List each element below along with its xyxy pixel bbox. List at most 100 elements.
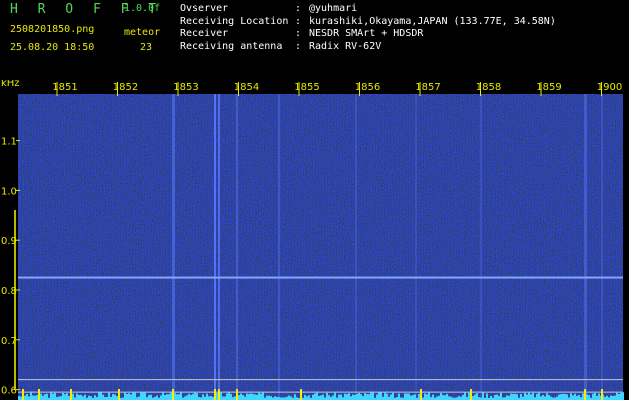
level-bar <box>252 393 254 400</box>
level-bar <box>424 393 426 400</box>
level-bar <box>432 394 434 400</box>
level-bar <box>408 393 410 400</box>
level-bar <box>288 395 290 400</box>
level-bar <box>444 395 446 400</box>
level-bar <box>224 396 226 400</box>
level-bar <box>222 396 224 400</box>
level-bar <box>246 393 248 400</box>
level-bar <box>322 394 324 400</box>
level-bar <box>386 393 388 400</box>
level-bar <box>556 396 558 400</box>
level-bar <box>508 395 510 400</box>
level-bar <box>160 395 162 400</box>
level-bar <box>46 393 48 400</box>
level-bar <box>576 395 578 400</box>
level-bar <box>582 393 584 400</box>
level-bar <box>496 394 498 400</box>
level-bar <box>294 394 296 400</box>
level-bar <box>418 394 420 400</box>
level-bar <box>370 392 372 400</box>
level-bar <box>566 394 568 400</box>
level-bar <box>312 394 314 400</box>
level-bar <box>610 395 612 400</box>
level-bar <box>24 395 26 400</box>
level-bar <box>540 396 542 400</box>
level-bar <box>176 394 178 400</box>
time-tick-label: 1859 <box>536 82 561 93</box>
level-bar <box>126 393 128 400</box>
level-bar <box>26 394 28 400</box>
station-value: NESDR SMArt + HDSDR <box>309 28 424 39</box>
level-bar <box>538 392 540 400</box>
meteor-streak <box>214 94 216 398</box>
level-bar <box>438 395 440 400</box>
station-value: kurashiki,Okayama,JAPAN (133.77E, 34.58N… <box>309 15 556 27</box>
level-bar <box>194 392 196 400</box>
y-axis-label: kHz <box>1 80 20 89</box>
level-bar <box>338 394 340 400</box>
level-bar <box>88 395 90 400</box>
peak-bar <box>601 389 603 400</box>
station-info: Ovserver: @yuhmari Receiving Location: kur… <box>180 3 556 53</box>
level-bar <box>40 393 42 400</box>
meteor-streak <box>172 94 175 398</box>
level-bar <box>472 395 474 400</box>
level-bar <box>542 394 544 400</box>
level-bar <box>142 392 144 400</box>
level-bar <box>308 395 310 400</box>
level-bar <box>156 395 158 400</box>
level-bar <box>186 395 188 400</box>
level-bar <box>360 394 362 400</box>
station-label: Receiving Location <box>180 15 289 27</box>
freq-tick-label: 1.0 <box>1 186 17 197</box>
level-bar <box>192 393 194 400</box>
level-bar <box>166 394 168 400</box>
level-bar <box>138 396 140 400</box>
level-bar <box>64 394 66 400</box>
level-bar <box>358 392 360 400</box>
level-bar <box>178 394 180 400</box>
level-bar <box>362 396 364 400</box>
level-bar <box>398 393 400 400</box>
level-bar <box>572 395 574 400</box>
time-tick-label: 1855 <box>294 82 319 93</box>
level-bar <box>42 395 44 400</box>
level-bar <box>468 392 470 400</box>
level-bar <box>494 394 496 400</box>
level-bar <box>226 393 228 400</box>
level-bar <box>250 393 252 400</box>
level-bar <box>58 396 60 400</box>
peak-bar <box>236 389 238 400</box>
level-bar <box>206 393 208 400</box>
peak-bar <box>420 389 422 400</box>
level-bar <box>90 396 92 400</box>
level-bar <box>378 392 380 400</box>
level-bar <box>406 393 408 400</box>
level-bar <box>62 392 64 400</box>
level-bar <box>98 392 100 400</box>
level-bar <box>44 394 46 400</box>
level-bar <box>482 392 484 400</box>
level-bar <box>574 393 576 400</box>
meteor-streak <box>218 94 220 398</box>
station-row: Ovserver: @yuhmari <box>180 3 358 14</box>
station-row: Receiving antenna: Radix RV-62V <box>180 40 382 52</box>
level-bar <box>332 395 334 400</box>
level-bar <box>426 394 428 400</box>
level-bar <box>258 392 260 400</box>
level-bar <box>208 396 210 400</box>
level-bar <box>30 392 32 400</box>
meteor-count: 23 <box>140 42 153 53</box>
level-bar <box>124 392 126 400</box>
level-bar <box>268 395 270 400</box>
level-bar <box>514 393 516 400</box>
level-bar <box>54 392 56 400</box>
level-bar <box>520 394 522 400</box>
station-label: Ovserver <box>180 3 229 14</box>
level-bar <box>234 396 236 400</box>
level-bar <box>164 395 166 400</box>
level-bar <box>72 393 74 400</box>
level-bar <box>318 395 320 400</box>
level-bar <box>592 393 594 400</box>
level-bar <box>548 394 550 400</box>
